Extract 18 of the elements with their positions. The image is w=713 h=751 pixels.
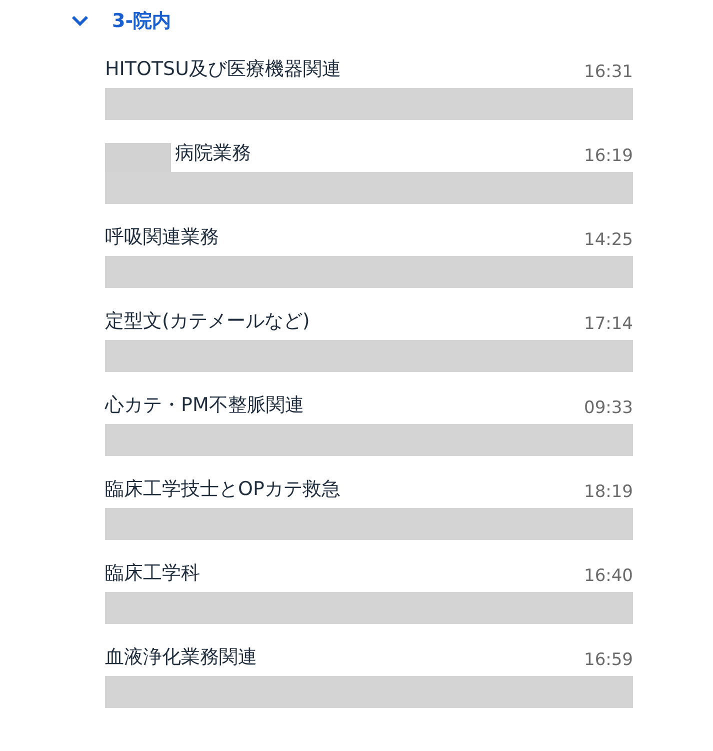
chat-time: 18:19 xyxy=(584,482,633,502)
chat-time: 16:40 xyxy=(584,566,633,586)
chat-name[interactable]: 血液浄化業務関連 xyxy=(105,644,257,670)
chat-time: 16:19 xyxy=(584,146,633,166)
chat-name[interactable]: 心カテ・PM不整脈関連 xyxy=(105,392,304,418)
chat-name[interactable]: 病院業務 xyxy=(175,140,251,166)
chat-time: 16:59 xyxy=(584,650,633,670)
chevron-icon[interactable] xyxy=(70,14,90,28)
chat-time: 17:14 xyxy=(584,314,633,334)
chat-name[interactable]: 臨床工学技士とOPカテ救急 xyxy=(105,476,340,502)
chat-name[interactable]: 臨床工学科 xyxy=(105,560,200,586)
group-title[interactable]: 3-院内 xyxy=(112,8,172,34)
chat-name[interactable]: 呼吸関連業務 xyxy=(105,224,219,250)
chat-time: 16:31 xyxy=(584,62,633,82)
chat-time: 14:25 xyxy=(584,230,633,250)
chat-name[interactable]: 定型文(カテメールなど) xyxy=(105,308,310,334)
chat-time: 09:33 xyxy=(584,398,633,418)
chat-name[interactable]: HITOTSU及び医療機器関連 xyxy=(105,56,342,82)
